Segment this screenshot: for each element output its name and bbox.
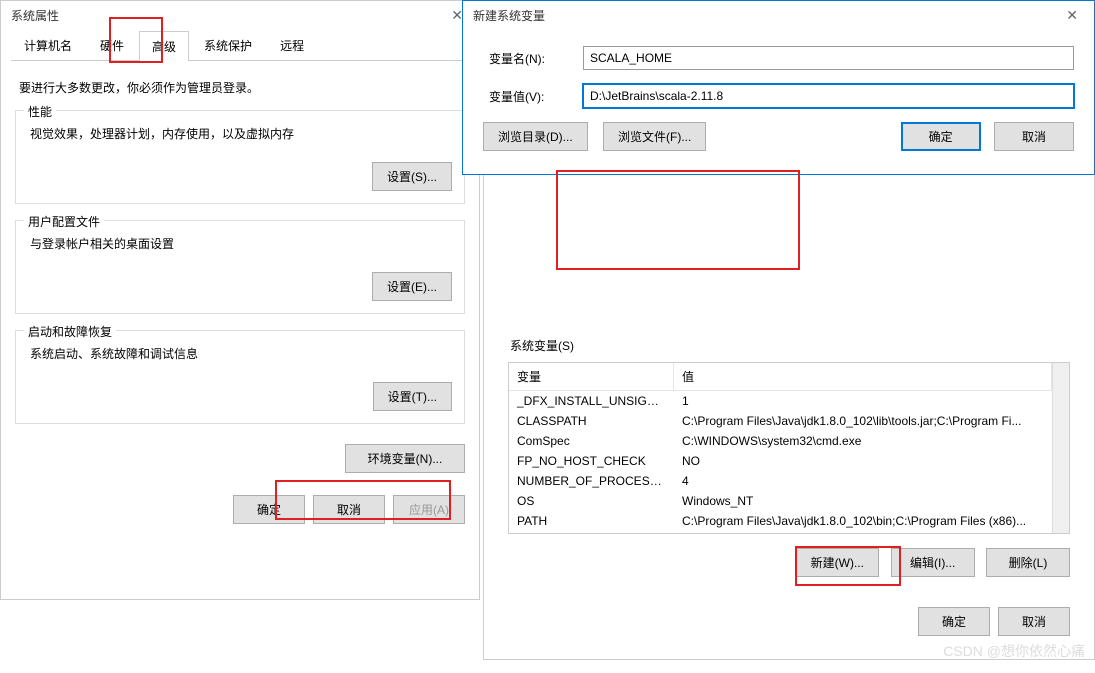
startup-recovery-settings-button[interactable]: 设置(T)... bbox=[373, 382, 452, 411]
sys-vars-header: 变量 值 bbox=[509, 363, 1052, 391]
performance-settings-button[interactable]: 设置(S)... bbox=[372, 162, 452, 191]
close-icon[interactable]: ✕ bbox=[1060, 7, 1084, 24]
var-value-label: 变量值(V): bbox=[483, 88, 583, 105]
user-profile-fieldset: 用户配置文件 与登录帐户相关的桌面设置 设置(E)... bbox=[15, 220, 465, 314]
sys-vars-label: 系统变量(S) bbox=[510, 337, 1070, 354]
newvar-titlebar: 新建系统变量 ✕ bbox=[463, 1, 1094, 30]
user-profile-desc: 与登录帐户相关的桌面设置 bbox=[30, 235, 452, 252]
sysprops-tabs: 计算机名 硬件 高级 系统保护 远程 bbox=[11, 30, 469, 61]
table-row[interactable]: _DFX_INSTALL_UNSIGNED...1 bbox=[509, 391, 1052, 411]
tab-computer-name[interactable]: 计算机名 bbox=[11, 30, 85, 60]
admin-info-text: 要进行大多数更改，你必须作为管理员登录。 bbox=[19, 79, 465, 96]
envvars-cancel-button[interactable]: 取消 bbox=[998, 607, 1070, 636]
sysprops-title: 系统属性 bbox=[11, 7, 59, 24]
sysprops-dialog-bottom: 确定 取消 应用(A) bbox=[1, 485, 479, 538]
var-name-label: 变量名(N): bbox=[483, 50, 583, 67]
var-value-row: 变量值(V): bbox=[483, 84, 1074, 108]
envvars-ok-button[interactable]: 确定 bbox=[918, 607, 990, 636]
performance-label: 性能 bbox=[24, 103, 56, 120]
var-name-row: 变量名(N): bbox=[483, 46, 1074, 70]
newvar-title: 新建系统变量 bbox=[473, 7, 545, 24]
sys-vars-col-value: 值 bbox=[674, 363, 1052, 390]
tab-remote[interactable]: 远程 bbox=[267, 30, 317, 60]
sysprops-ok-button[interactable]: 确定 bbox=[233, 495, 305, 524]
sysprops-titlebar: 系统属性 ✕ bbox=[1, 1, 479, 30]
performance-fieldset: 性能 视觉效果，处理器计划，内存使用，以及虚拟内存 设置(S)... bbox=[15, 110, 465, 204]
startup-recovery-fieldset: 启动和故障恢复 系统启动、系统故障和调试信息 设置(T)... bbox=[15, 330, 465, 424]
user-profile-settings-button[interactable]: 设置(E)... bbox=[372, 272, 452, 301]
sysvars-edit-button[interactable]: 编辑(I)... bbox=[891, 548, 975, 577]
performance-desc: 视觉效果，处理器计划，内存使用，以及虚拟内存 bbox=[30, 125, 452, 142]
user-profile-label: 用户配置文件 bbox=[24, 213, 104, 230]
var-value-input[interactable] bbox=[583, 84, 1074, 108]
sysvars-delete-button[interactable]: 删除(L) bbox=[986, 548, 1070, 577]
sysprops-apply-button[interactable]: 应用(A) bbox=[393, 495, 465, 524]
system-properties-dialog: 系统属性 ✕ 计算机名 硬件 高级 系统保护 远程 要进行大多数更改，你必须作为… bbox=[0, 0, 480, 600]
tab-advanced[interactable]: 高级 bbox=[139, 31, 189, 61]
browse-file-button[interactable]: 浏览文件(F)... bbox=[603, 122, 706, 151]
sysprops-content: 要进行大多数更改，你必须作为管理员登录。 性能 视觉效果，处理器计划，内存使用，… bbox=[1, 61, 479, 485]
startup-recovery-label: 启动和故障恢复 bbox=[24, 323, 116, 340]
table-row[interactable]: ComSpecC:\WINDOWS\system32\cmd.exe bbox=[509, 431, 1052, 451]
newvar-content: 变量名(N): 变量值(V): 浏览目录(D)... 浏览文件(F)... 确定… bbox=[463, 30, 1094, 163]
sys-vars-col-name: 变量 bbox=[509, 363, 674, 390]
table-row[interactable]: PATHC:\Program Files\Java\jdk1.8.0_102\b… bbox=[509, 511, 1052, 531]
environment-variables-button[interactable]: 环境变量(N)... bbox=[345, 444, 465, 473]
tab-system-protection[interactable]: 系统保护 bbox=[191, 30, 265, 60]
sysprops-cancel-button[interactable]: 取消 bbox=[313, 495, 385, 524]
sys-vars-table[interactable]: 变量 值 _DFX_INSTALL_UNSIGNED...1 CLASSPATH… bbox=[508, 362, 1070, 534]
table-row[interactable]: CLASSPATHC:\Program Files\Java\jdk1.8.0_… bbox=[509, 411, 1052, 431]
new-system-variable-dialog: 新建系统变量 ✕ 变量名(N): 变量值(V): 浏览目录(D)... 浏览文件… bbox=[462, 0, 1095, 175]
newvar-ok-button[interactable]: 确定 bbox=[901, 122, 981, 151]
table-row[interactable]: FP_NO_HOST_CHECKNO bbox=[509, 451, 1052, 471]
startup-recovery-desc: 系统启动、系统故障和调试信息 bbox=[30, 345, 452, 362]
tab-hardware[interactable]: 硬件 bbox=[87, 30, 137, 60]
newvar-cancel-button[interactable]: 取消 bbox=[994, 122, 1074, 151]
var-name-input[interactable] bbox=[583, 46, 1074, 70]
browse-dir-button[interactable]: 浏览目录(D)... bbox=[483, 122, 588, 151]
table-row[interactable]: OSWindows_NT bbox=[509, 491, 1052, 511]
watermark-text: CSDN @想你依然心痛 bbox=[943, 641, 1085, 661]
scrollbar[interactable] bbox=[1052, 363, 1069, 533]
sysvars-new-button[interactable]: 新建(W)... bbox=[795, 548, 879, 577]
table-row[interactable]: NUMBER_OF_PROCESSORS4 bbox=[509, 471, 1052, 491]
